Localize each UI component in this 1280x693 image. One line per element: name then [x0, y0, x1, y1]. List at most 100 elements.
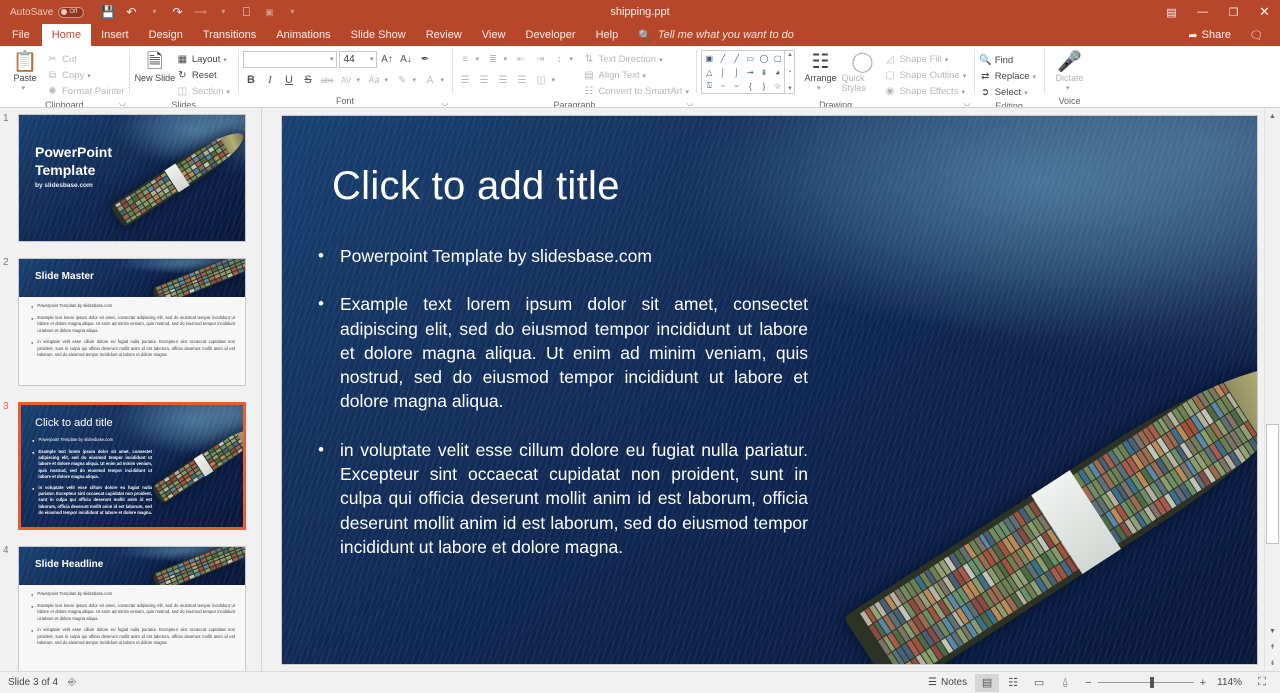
convert-to-smartart-button[interactable]: ☷ Convert to SmartArt ▾: [583, 84, 693, 99]
tab-animations[interactable]: Animations: [266, 24, 340, 46]
scroll-down-button[interactable]: ▼: [1265, 623, 1280, 639]
zoom-slider-track[interactable]: [1098, 682, 1194, 683]
vertical-scrollbar[interactable]: ▲ ▼ ↟ ↡: [1264, 108, 1280, 671]
find-button[interactable]: 🔍 Find: [979, 53, 1040, 68]
highlight-dropdown-icon[interactable]: ▾: [413, 76, 420, 84]
customize-qat-icon[interactable]: ▾: [282, 3, 302, 22]
replace-button[interactable]: ⇄ Replace ▾: [979, 69, 1040, 84]
thumbnail-slide-2[interactable]: 2 Slide Master: [18, 258, 247, 386]
thumbnail-frame[interactable]: PowerPoint Template by slidesbase.com: [18, 114, 246, 242]
text-direction-dropdown-icon[interactable]: ▾: [659, 56, 666, 64]
shape-effects-button[interactable]: ◉ Shape Effects ▾: [883, 84, 969, 99]
thumbnail-slide-3[interactable]: 3 Click to add title: [18, 402, 247, 530]
accessibility-icon[interactable]: ⎆: [68, 677, 76, 688]
touch-mode-icon[interactable]: ▣: [259, 3, 279, 22]
zoom-in-button[interactable]: +: [1200, 677, 1206, 689]
shape-right-arrow-icon[interactable]: ⇝: [743, 65, 757, 79]
change-case-icon[interactable]: Aa: [366, 72, 383, 89]
smartart-dropdown-icon[interactable]: ▾: [685, 88, 692, 96]
shape-outline-button[interactable]: ▢ Shape Outline ▾: [883, 68, 969, 83]
shape-elbow-arrow-icon[interactable]: ⌡: [730, 65, 744, 79]
slide-counter[interactable]: Slide 3 of 4: [8, 677, 58, 688]
fit-to-window-icon[interactable]: ⛶: [1250, 674, 1274, 692]
font-color-dropdown-icon[interactable]: ▾: [441, 76, 448, 84]
thumbnail-slide-4[interactable]: 4 Slide Headline: [18, 546, 247, 671]
align-text-dropdown-icon[interactable]: ▾: [643, 72, 650, 80]
shapes-gallery-scroll[interactable]: ▲ ▪ ▼: [785, 50, 795, 94]
shape-oval-icon[interactable]: ◯: [757, 51, 771, 65]
character-spacing-icon[interactable]: AV: [338, 72, 355, 89]
tab-slide-show[interactable]: Slide Show: [341, 24, 416, 46]
thumbnail-frame[interactable]: Slide Master ● Powerpoint Template by sl…: [18, 258, 246, 386]
start-from-beginning-icon[interactable]: ⎕: [236, 3, 256, 22]
bold-icon[interactable]: B: [243, 72, 260, 89]
text-direction-button[interactable]: ⇅ Text Direction ▾: [583, 52, 693, 67]
zoom-control[interactable]: − + 114%: [1079, 677, 1248, 689]
align-left-icon[interactable]: ☰: [457, 72, 474, 89]
shape-curve-icon[interactable]: ⌢: [716, 79, 730, 93]
undo-icon[interactable]: ↶: [121, 3, 141, 22]
notes-button[interactable]: ☰ Notes: [922, 675, 973, 690]
autosave-toggle[interactable]: AutoSave Off: [10, 7, 84, 18]
cut-button[interactable]: ✂ Cut: [46, 52, 125, 67]
dictate-button[interactable]: 🎤 Dictate ▾: [1049, 50, 1091, 92]
slide-body-placeholder[interactable]: • Powerpoint Template by slidesbase.com …: [318, 244, 808, 583]
replace-dropdown-icon[interactable]: ▾: [1033, 73, 1040, 81]
tab-view[interactable]: View: [472, 24, 516, 46]
format-painter-button[interactable]: ✺ Format Painter: [46, 84, 125, 99]
restore-button[interactable]: ❐: [1218, 0, 1249, 24]
shape-rounded-rect-icon[interactable]: ▢: [771, 51, 785, 65]
share-button[interactable]: ➦ Share: [1182, 29, 1237, 42]
zoom-out-button[interactable]: −: [1085, 677, 1091, 689]
select-button[interactable]: ➲ Select ▾: [979, 85, 1040, 100]
minimize-button[interactable]: —: [1187, 0, 1218, 24]
increase-font-size-icon[interactable]: A↑: [379, 51, 396, 68]
font-dialog-launcher-icon[interactable]: ◡: [442, 98, 449, 107]
clear-formatting-icon[interactable]: ✒: [417, 51, 434, 68]
layout-button[interactable]: ▦ Layout ▾: [176, 52, 234, 67]
paste-dropdown-icon[interactable]: ▾: [22, 84, 29, 92]
normal-view-button[interactable]: ▤: [975, 674, 999, 692]
underline-icon[interactable]: U: [281, 72, 298, 89]
thumbnail-frame[interactable]: Slide Headline ● Powerpoint Template by …: [18, 546, 246, 671]
shape-star-icon[interactable]: ☆: [771, 79, 785, 93]
slide-show-view-button[interactable]: ⍙: [1053, 674, 1077, 692]
undo-dropdown-icon[interactable]: ▾: [144, 3, 164, 22]
justify-icon[interactable]: ☰: [514, 72, 531, 89]
tab-file[interactable]: File: [0, 24, 42, 46]
select-dropdown-icon[interactable]: ▾: [1024, 89, 1031, 97]
shape-rectangle-icon[interactable]: ▭: [743, 51, 757, 65]
tab-developer[interactable]: Developer: [515, 24, 585, 46]
slide-sorter-view-button[interactable]: ☷: [1001, 674, 1025, 692]
shape-triangle-icon[interactable]: △: [702, 65, 716, 79]
font-name-input[interactable]: ▾: [243, 51, 337, 68]
shape-effects-dropdown-icon[interactable]: ▾: [961, 88, 968, 96]
next-slide-button[interactable]: ↡: [1265, 655, 1280, 671]
scrollbar-thumb[interactable]: [1266, 424, 1279, 544]
align-text-button[interactable]: ▤ Align Text ▾: [583, 68, 693, 83]
decrease-indent-icon[interactable]: ⇤: [513, 51, 530, 68]
layout-dropdown-icon[interactable]: ▾: [223, 56, 230, 64]
current-slide[interactable]: Click to add title • Powerpoint Template…: [282, 116, 1257, 664]
text-shadow-icon[interactable]: S: [300, 72, 317, 89]
close-button[interactable]: ✕: [1249, 0, 1280, 24]
autosave-switch[interactable]: Off: [58, 7, 84, 18]
redo-icon[interactable]: ↷: [167, 3, 187, 22]
new-slide-button[interactable]: 🗎 New Slide: [134, 50, 176, 83]
copy-button[interactable]: ⧉ Copy ▾: [46, 68, 125, 83]
align-center-icon[interactable]: ☰: [476, 72, 493, 89]
shapes-scroll-up-icon[interactable]: ▲: [787, 52, 793, 58]
thumbnail-slide-1[interactable]: 1 PowerPoint Template: [18, 114, 247, 242]
shape-pie-icon[interactable]: ◕: [771, 65, 785, 79]
shape-right-brace-icon[interactable]: }: [757, 79, 771, 93]
tab-transitions[interactable]: Transitions: [193, 24, 266, 46]
shape-fill-button[interactable]: ◿ Shape Fill ▾: [883, 52, 969, 67]
line-spacing-icon[interactable]: ↕: [551, 51, 568, 68]
increase-indent-icon[interactable]: ⇥: [532, 51, 549, 68]
clipboard-dialog-launcher-icon[interactable]: ◡: [119, 98, 126, 107]
shape-line-icon[interactable]: ╱: [716, 51, 730, 65]
tab-insert[interactable]: Insert: [91, 24, 139, 46]
decrease-font-size-icon[interactable]: A↓: [398, 51, 415, 68]
columns-icon[interactable]: ◫: [533, 72, 550, 89]
shape-freeform-icon[interactable]: ⍂: [702, 79, 716, 93]
